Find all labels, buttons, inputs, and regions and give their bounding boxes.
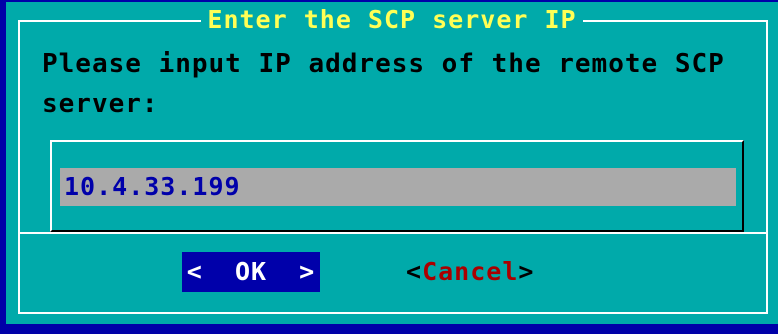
- prompt-text: Please input IP address of the remote SC…: [42, 49, 742, 119]
- cancel-button[interactable]: <Cancel>: [406, 252, 546, 292]
- cancel-right-bracket: >: [518, 257, 535, 286]
- button-row: < OK > <Cancel>: [6, 252, 778, 292]
- ip-address-input[interactable]: 10.4.33.199: [60, 168, 736, 206]
- dialog-title: Enter the SCP server IP: [201, 6, 583, 34]
- dialog-title-bar: Enter the SCP server IP: [6, 6, 778, 34]
- ok-button[interactable]: < OK >: [182, 252, 320, 292]
- scp-server-ip-dialog: Enter the SCP server IP Please input IP …: [6, 2, 778, 324]
- screen-bottom-edge: [0, 324, 778, 334]
- cancel-label-rest: ancel: [438, 257, 519, 286]
- ok-left-bracket: <: [186, 257, 203, 286]
- cancel-hotkey: C: [422, 257, 439, 286]
- ok-label: OK: [234, 257, 268, 286]
- button-separator: [20, 232, 766, 234]
- cancel-left-bracket: <: [406, 257, 423, 286]
- terminal-screen: Enter the SCP server IP Please input IP …: [0, 0, 778, 334]
- ok-right-bracket: >: [299, 257, 316, 286]
- ip-input-frame: 10.4.33.199: [50, 140, 744, 232]
